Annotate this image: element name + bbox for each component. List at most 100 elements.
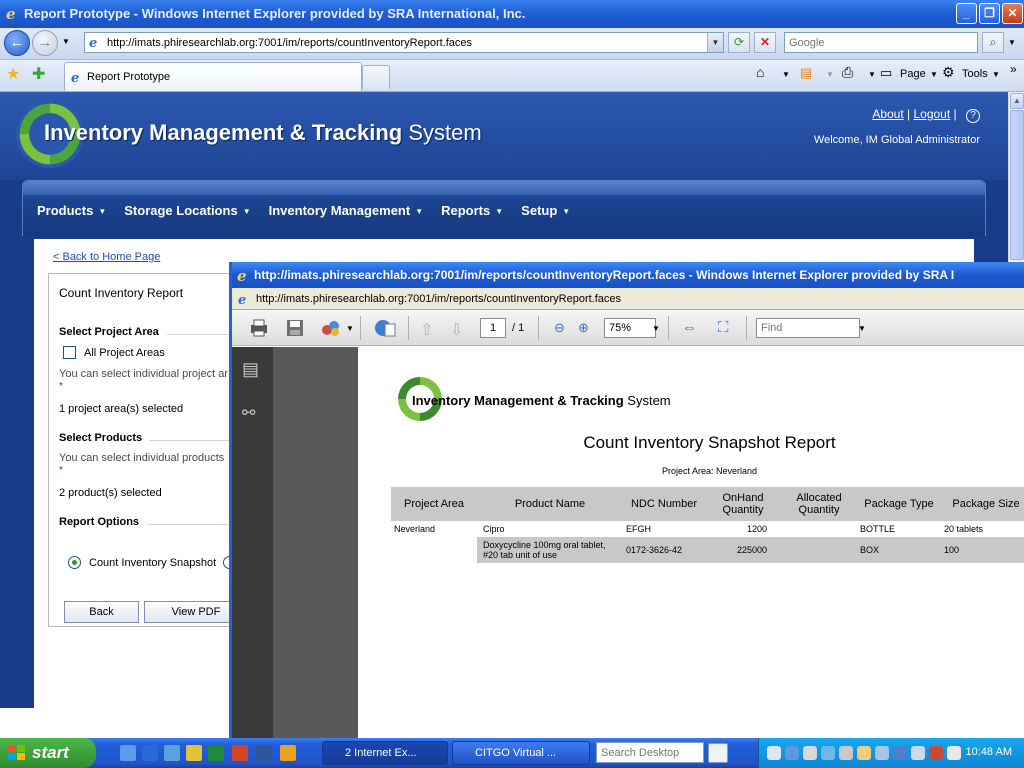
tools-dropdown-icon[interactable]: ▼ — [992, 70, 1000, 79]
stop-icon[interactable]: ✕ — [754, 32, 776, 53]
tools-menu[interactable]: Tools — [962, 68, 988, 80]
toolbar-overflow-icon[interactable]: » — [1010, 62, 1017, 76]
find-binoculars-icon[interactable]: ⚯ — [242, 403, 255, 423]
tray-icon[interactable] — [785, 746, 799, 760]
menu-setup[interactable]: Setup ▼ — [521, 203, 570, 218]
page-menu[interactable]: Page — [900, 68, 926, 80]
ie-quicklaunch-icon[interactable] — [142, 745, 158, 761]
fit-width-icon[interactable]: ⇔ — [682, 319, 697, 336]
restore-button[interactable]: ❐ — [979, 3, 1000, 24]
pages-panel-icon[interactable]: ▤ — [242, 359, 259, 380]
print-icon[interactable] — [248, 318, 270, 338]
tray-icon[interactable] — [911, 746, 925, 760]
excel-quicklaunch-icon[interactable] — [208, 745, 224, 761]
tray-icon[interactable] — [803, 746, 817, 760]
history-dropdown-icon[interactable]: ▼ — [62, 37, 70, 46]
taskbar-item-citgo[interactable]: CITGO Virtual ... — [452, 741, 590, 765]
home-dropdown-icon[interactable]: ▼ — [782, 70, 790, 79]
ie-tab-row: ★ ✚ e Report Prototype ⌂ ▼ ▤ ▼ ⎙ ▼ ▭ Pag… — [0, 60, 1024, 92]
back-button[interactable]: ← — [4, 30, 30, 56]
all-project-areas-checkbox[interactable] — [63, 346, 76, 359]
page-menu-icon[interactable]: ▭ — [880, 65, 892, 81]
acrobat-icon[interactable] — [372, 318, 398, 338]
messenger-quicklaunch-icon[interactable] — [186, 745, 202, 761]
menu-top-strip — [23, 181, 985, 195]
table-row: Doxycycline 100mg oral tablet, #20 tab u… — [391, 537, 1024, 563]
count-snapshot-radio[interactable] — [68, 556, 81, 569]
save-icon[interactable] — [284, 318, 306, 338]
desktop-search-icon[interactable] — [708, 743, 728, 763]
print-icon[interactable]: ⎙ — [842, 64, 853, 81]
search-box[interactable] — [784, 32, 978, 53]
menu-storage-locations[interactable]: Storage Locations ▼ — [124, 203, 250, 218]
cell-package-type: BOX — [857, 537, 941, 563]
share-icon[interactable] — [320, 318, 342, 338]
search-icon[interactable]: ⌕ — [982, 32, 1004, 53]
outlook-quicklaunch-icon[interactable] — [280, 745, 296, 761]
favorites-star-icon[interactable]: ★ — [6, 64, 20, 84]
toolbar-separator — [408, 316, 409, 340]
tray-icon[interactable] — [821, 746, 835, 760]
print-dropdown-icon[interactable]: ▼ — [868, 70, 876, 79]
menu-products[interactable]: Products ▼ — [37, 203, 106, 218]
address-bar[interactable]: e http://imats.phiresearchlab.org:7001/i… — [84, 32, 724, 53]
address-dropdown-icon[interactable]: ▼ — [707, 33, 723, 52]
next-page-icon[interactable]: ⇩ — [450, 320, 463, 340]
section-products: Select Products — [59, 432, 143, 444]
back-to-home-link[interactable]: < Back to Home Page — [53, 251, 160, 263]
feeds-dropdown-icon[interactable]: ▼ — [826, 70, 834, 79]
minimize-button[interactable]: _ — [956, 3, 977, 24]
fit-page-icon[interactable]: ⛶ — [718, 319, 729, 336]
desktop-search-input[interactable] — [596, 742, 704, 763]
menu-inventory-management[interactable]: Inventory Management ▼ — [269, 203, 424, 218]
zoom-in-icon[interactable]: ⊕ — [578, 320, 589, 336]
tools-gear-icon[interactable]: ⚙ — [942, 64, 955, 81]
taskbar-item-internet-explorer[interactable]: 2 Internet Ex... — [322, 741, 448, 765]
zoom-level-input[interactable]: 75% — [604, 318, 656, 338]
start-label: start — [32, 743, 69, 762]
about-link[interactable]: About — [872, 107, 903, 121]
col-package-type: Package Type — [857, 487, 941, 521]
page-menu-dropdown-icon[interactable]: ▼ — [930, 70, 938, 79]
address-url: http://imats.phiresearchlab.org:7001/im/… — [107, 37, 473, 49]
page-number-input[interactable]: 1 — [480, 318, 506, 338]
feeds-icon[interactable]: ▤ — [800, 65, 812, 81]
help-icon[interactable]: ? — [966, 109, 980, 123]
zoom-dropdown-icon[interactable]: ▼ — [652, 324, 660, 333]
logout-link[interactable]: Logout — [913, 107, 950, 121]
close-button[interactable]: ✕ — [1002, 3, 1023, 24]
word-quicklaunch-icon[interactable] — [256, 745, 272, 761]
scroll-up-icon[interactable]: ▲ — [1010, 93, 1024, 109]
new-tab-button[interactable] — [362, 65, 390, 89]
tab-report-prototype[interactable]: e Report Prototype — [64, 62, 362, 91]
refresh-icon[interactable]: ⟳ — [728, 32, 750, 53]
menu-reports[interactable]: Reports ▼ — [441, 203, 503, 218]
add-favorite-icon[interactable]: ✚ — [32, 64, 45, 84]
zoom-out-icon[interactable]: ⊖ — [554, 320, 565, 336]
col-allocated-quantity: Allocated Quantity — [781, 487, 857, 521]
find-dropdown-icon[interactable]: ▼ — [858, 324, 866, 333]
tray-icon[interactable] — [857, 746, 871, 760]
tray-icon[interactable] — [767, 746, 781, 760]
search-options-icon[interactable]: ▼ — [1008, 38, 1016, 47]
forward-button[interactable]: → — [32, 30, 58, 56]
tray-icon[interactable] — [839, 746, 853, 760]
col-product-name: Product Name — [477, 487, 623, 521]
home-icon[interactable]: ⌂ — [756, 64, 764, 80]
scroll-thumb[interactable] — [1010, 110, 1024, 260]
col-project-area: Project Area — [391, 487, 477, 521]
back-button[interactable]: Back — [64, 601, 139, 623]
start-button[interactable]: start — [0, 738, 96, 768]
tray-icon[interactable] — [893, 746, 907, 760]
powerpoint-quicklaunch-icon[interactable] — [232, 745, 248, 761]
show-desktop-icon[interactable] — [120, 745, 136, 761]
search-input[interactable] — [785, 33, 977, 52]
find-input[interactable] — [756, 318, 860, 338]
previous-page-icon[interactable]: ⇧ — [420, 320, 433, 340]
volume-icon[interactable] — [947, 746, 961, 760]
tray-icon[interactable] — [929, 746, 943, 760]
tray-icon[interactable] — [875, 746, 889, 760]
share-dropdown-icon[interactable]: ▼ — [346, 324, 354, 333]
cell-project-area — [391, 537, 477, 563]
network-quicklaunch-icon[interactable] — [164, 745, 180, 761]
